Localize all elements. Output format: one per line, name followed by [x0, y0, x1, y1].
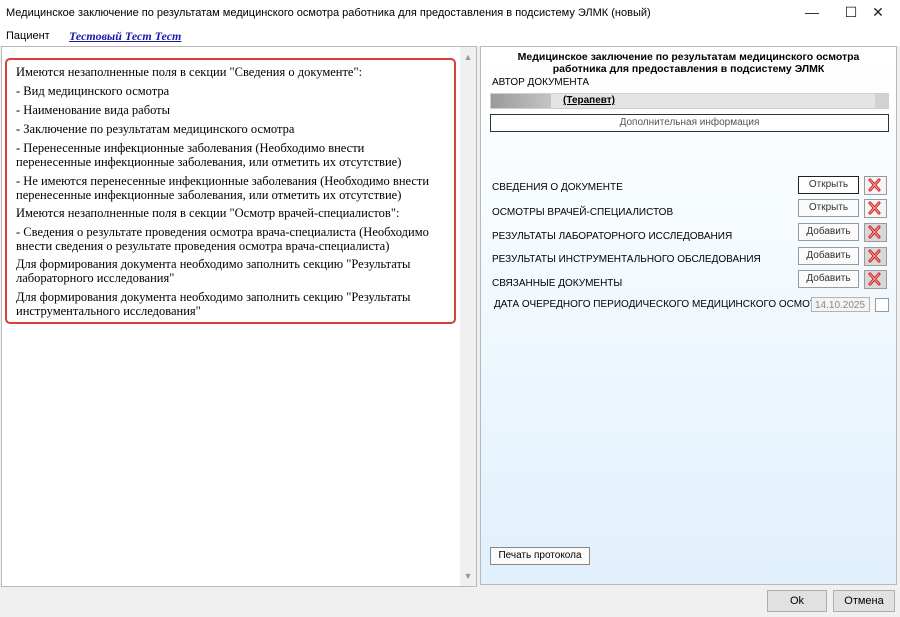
error-line: Для формирования документа необходимо за…	[16, 257, 411, 271]
error-line: Имеются незаполненные поля в секции "Све…	[16, 65, 363, 79]
document-header-line: Медицинское заключение по результатам ме…	[517, 51, 860, 63]
delete-icon	[868, 178, 881, 192]
scroll-up-icon[interactable]: ▲	[460, 49, 476, 65]
print-protocol-button[interactable]: Печать протокола	[490, 547, 590, 565]
delete-specialist-exams-button[interactable]	[864, 199, 887, 218]
delete-icon	[868, 249, 881, 263]
dialog-footer: Ok Отмена	[0, 587, 900, 617]
author-name-redacted	[491, 94, 551, 108]
error-line: перенесенные инфекционные заболевания, и…	[16, 188, 402, 202]
scroll-down-icon[interactable]: ▼	[460, 568, 476, 584]
delete-related-docs-button[interactable]	[864, 270, 887, 289]
error-line: - Наименование вида работы	[16, 103, 171, 117]
additional-info-button[interactable]: Дополнительная информация	[490, 114, 889, 132]
error-line: - Вид медицинского осмотра	[16, 84, 170, 98]
error-line: Имеются незаполненные поля в секции "Осм…	[16, 206, 400, 220]
delete-icon	[868, 201, 881, 215]
section-label-instrumental-results: РЕЗУЛЬТАТЫ ИНСТРУМЕНТАЛЬНОГО ОБСЛЕДОВАНИ…	[492, 254, 761, 265]
author-role: (Терапевт)	[563, 95, 616, 106]
section-label-document-info: СВЕДЕНИЯ О ДОКУМЕНТЕ	[492, 182, 623, 193]
error-line: - Не имеются перенесенные инфекционные з…	[16, 174, 430, 188]
error-line: инструментального исследования"	[16, 304, 201, 318]
delete-instrumental-results-button[interactable]	[864, 247, 887, 266]
patient-bar: Пациент Тестовый Тест Тест	[0, 26, 900, 46]
document-panel: Медицинское заключение по результатам ме…	[480, 46, 897, 585]
patient-name-link[interactable]: Тестовый Тест Тест	[69, 29, 181, 44]
patient-label: Пациент	[6, 30, 50, 42]
add-lab-results-button[interactable]: Добавить	[798, 223, 859, 241]
error-line: внести сведения о результате проведения …	[16, 239, 390, 253]
error-line: перенесенные инфекционные заболевания, и…	[16, 155, 402, 169]
add-related-docs-button[interactable]: Добавить	[798, 270, 859, 288]
next-exam-date-checkbox[interactable]	[875, 298, 889, 312]
error-line: лабораторного исследования"	[16, 271, 175, 285]
error-line: - Сведения о результате проведения осмот…	[16, 225, 429, 239]
section-label-specialist-exams: ОСМОТРЫ ВРАЧЕЙ-СПЕЦИАЛИСТОВ	[492, 207, 674, 218]
open-document-info-button[interactable]: Открыть	[798, 176, 859, 194]
next-exam-date-label: ДАТА ОЧЕРЕДНОГО ПЕРИОДИЧЕСКОГО МЕДИЦИНСК…	[494, 299, 832, 310]
ok-button[interactable]: Ok	[767, 590, 827, 612]
validation-errors-box: Имеются незаполненные поля в секции "Све…	[5, 58, 456, 324]
author-label: АВТОР ДОКУМЕНТА	[492, 77, 590, 88]
next-exam-date-field[interactable]: 14.10.2025	[811, 297, 870, 312]
window-title: Медицинское заключение по результатам ме…	[6, 7, 651, 19]
delete-lab-results-button[interactable]	[864, 223, 887, 242]
delete-icon	[868, 272, 881, 286]
delete-icon	[868, 225, 881, 239]
author-field[interactable]: (Терапевт)	[490, 93, 889, 109]
main-content: Имеются незаполненные поля в секции "Све…	[0, 46, 900, 587]
title-bar: Медицинское заключение по результатам ме…	[0, 0, 900, 26]
document-header: Медицинское заключение по результатам ме…	[481, 51, 896, 75]
cancel-button[interactable]: Отмена	[833, 590, 895, 612]
minimize-button[interactable]: —	[790, 0, 834, 26]
add-instrumental-results-button[interactable]: Добавить	[798, 247, 859, 265]
section-label-related-docs: СВЯЗАННЫЕ ДОКУМЕНТЫ	[492, 278, 623, 289]
validation-pane: Имеются незаполненные поля в секции "Све…	[1, 46, 477, 587]
open-specialist-exams-button[interactable]: Открыть	[798, 199, 859, 217]
document-header-line: работника для предоставления в подсистем…	[552, 63, 825, 75]
error-line: Для формирования документа необходимо за…	[16, 290, 411, 304]
close-button[interactable]: ✕	[856, 0, 900, 26]
error-line: - Заключение по результатам медицинского…	[16, 122, 295, 136]
delete-document-info-button[interactable]	[864, 176, 887, 195]
error-line: - Перенесенные инфекционные заболевания …	[16, 141, 365, 155]
section-label-lab-results: РЕЗУЛЬТАТЫ ЛАБОРАТОРНОГО ИССЛЕДОВАНИЯ	[492, 231, 733, 242]
vertical-scrollbar[interactable]: ▲ ▼	[460, 47, 476, 586]
author-field-scroll	[875, 94, 888, 108]
